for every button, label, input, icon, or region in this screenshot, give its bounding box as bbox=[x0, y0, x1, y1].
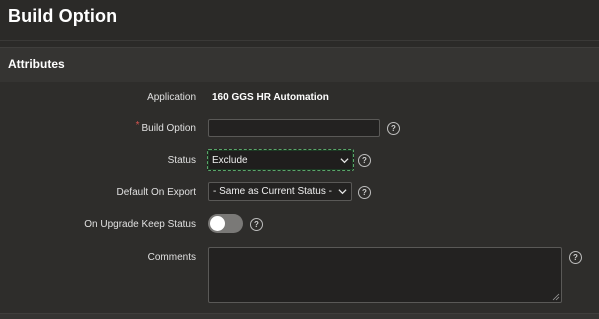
chevron-down-icon bbox=[338, 189, 347, 195]
status-label: Status bbox=[167, 155, 196, 166]
comments-help-icon[interactable]: ? bbox=[569, 251, 582, 264]
status-selected-value: Exclude bbox=[212, 154, 248, 166]
on-upgrade-keep-status-help-icon[interactable]: ? bbox=[250, 218, 263, 231]
toggle-knob bbox=[210, 216, 225, 231]
required-marker: * bbox=[135, 120, 140, 131]
default-on-export-label: Default On Export bbox=[116, 187, 196, 198]
application-value: 160 GGS HR Automation bbox=[212, 92, 329, 103]
page-header: Build Option bbox=[0, 0, 599, 41]
build-option-input[interactable] bbox=[208, 119, 380, 137]
page-title: Build Option bbox=[8, 6, 118, 26]
on-upgrade-keep-status-toggle[interactable] bbox=[208, 214, 243, 233]
region-footer-divider bbox=[0, 313, 599, 319]
on-upgrade-keep-status-label: On Upgrade Keep Status bbox=[84, 219, 196, 230]
page: Build Option Attributes Application 160 … bbox=[0, 0, 599, 319]
resize-grip-icon[interactable] bbox=[552, 293, 560, 301]
default-on-export-selected-value: - Same as Current Status - bbox=[213, 186, 332, 197]
status-help-icon[interactable]: ? bbox=[358, 154, 371, 167]
default-on-export-select[interactable]: - Same as Current Status - bbox=[208, 182, 352, 201]
build-option-help-icon[interactable]: ? bbox=[387, 122, 400, 135]
region-title: Attributes bbox=[8, 57, 65, 71]
attributes-region-header: Attributes bbox=[0, 47, 599, 83]
default-on-export-help-icon[interactable]: ? bbox=[358, 186, 371, 199]
comments-label: Comments bbox=[147, 252, 196, 263]
build-option-label-text: Build Option bbox=[141, 123, 196, 134]
status-select[interactable]: Exclude bbox=[207, 149, 354, 171]
comments-textarea[interactable] bbox=[208, 247, 562, 303]
application-label: Application bbox=[147, 92, 196, 103]
chevron-down-icon bbox=[340, 157, 349, 163]
build-option-label: * Build Option bbox=[6, 120, 196, 134]
